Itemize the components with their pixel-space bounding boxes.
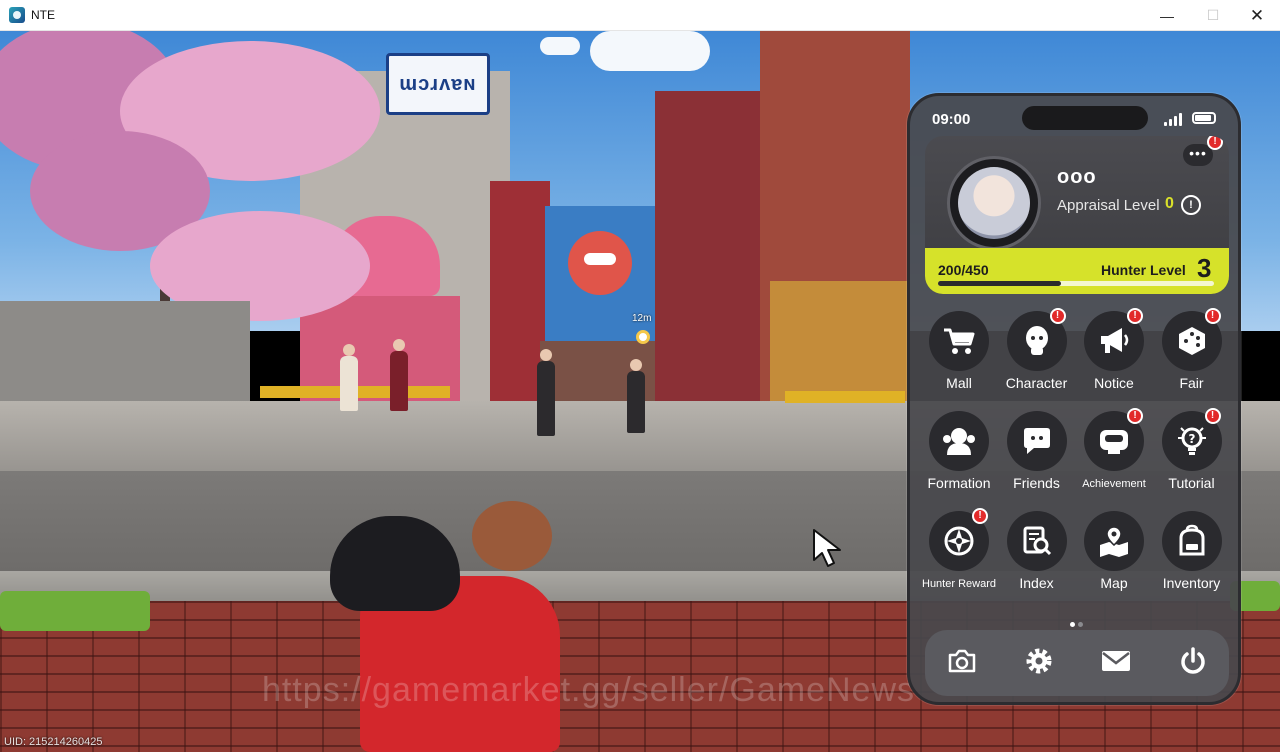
battery-icon	[1192, 112, 1216, 124]
menu-item-tutorial[interactable]: ?! Tutorial	[1153, 408, 1231, 503]
phone-notch	[1022, 106, 1148, 130]
formation-icon	[929, 411, 989, 471]
avatar-frame[interactable]	[947, 156, 1041, 250]
barrier	[785, 391, 905, 403]
menu-item-mall[interactable]: Mall	[920, 308, 998, 403]
player-bear-plush	[472, 501, 552, 571]
hunter-level-bar: 200/450 Hunter Level 3	[925, 248, 1229, 294]
mouse-cursor-icon	[813, 529, 841, 567]
map-pin-icon	[1084, 511, 1144, 571]
camera-icon	[947, 648, 977, 679]
npc-character[interactable]	[627, 359, 645, 433]
menu-item-fair[interactable]: ! Fair	[1153, 308, 1231, 403]
minimize-button[interactable]: —	[1144, 0, 1190, 31]
app-logo-icon	[9, 7, 25, 23]
notification-badge: !	[1204, 308, 1221, 324]
power-icon	[1178, 646, 1208, 681]
waypoint-marker-icon[interactable]	[636, 330, 650, 344]
player-name: ooo	[1057, 166, 1097, 188]
menu-item-label: Notice	[1094, 375, 1134, 391]
building-right-red	[655, 91, 765, 411]
cloud	[590, 31, 710, 71]
xp-progress-fill	[938, 281, 1061, 286]
menu-item-notice[interactable]: ! Notice	[1075, 308, 1153, 403]
camera-button[interactable]	[945, 646, 979, 680]
octopus-mascot	[568, 231, 632, 295]
appraisal-label: Appraisal Level	[1057, 197, 1160, 214]
notification-badge: !	[1049, 308, 1066, 324]
menu-item-label: Hunter Reward	[922, 578, 996, 590]
menu-item-label: Achievement	[1082, 478, 1146, 490]
menu-item-achievement[interactable]: ! Achievement	[1075, 408, 1153, 503]
menu-item-friends[interactable]: Friends	[998, 408, 1076, 503]
chat-bubble-icon	[1006, 411, 1067, 471]
signal-icon	[1164, 112, 1184, 126]
notification-badge: !	[1127, 308, 1143, 324]
menu-item-inventory[interactable]: Inventory	[1153, 508, 1231, 603]
menu-grid: Mall! Character! Notice! Fair Formation Frien…	[920, 308, 1234, 598]
cart-icon	[929, 311, 989, 371]
menu-item-character[interactable]: ! Character	[998, 308, 1076, 403]
window-title: NTE	[31, 8, 55, 22]
appraisal-value: 0	[1165, 195, 1174, 212]
settings-icon	[1024, 646, 1054, 681]
npc-character[interactable]	[537, 349, 555, 436]
status-time: 09:00	[932, 111, 971, 128]
menu-item-label: Inventory	[1162, 575, 1221, 591]
menu-item-label: Formation	[927, 475, 991, 491]
cloud	[540, 37, 580, 55]
profile-card: ••• ! ooo Appraisal Level 0 ! 200/450 Hu…	[925, 136, 1229, 294]
uid-label: UID: 215214260425	[4, 736, 103, 748]
menu-item-label: Index	[1019, 575, 1054, 591]
more-badge: !	[1207, 136, 1223, 150]
avatar	[958, 167, 1030, 239]
page-dot[interactable]	[1078, 622, 1083, 627]
notification-badge: !	[1204, 408, 1221, 424]
shop-sign: ɯɔɹʌɐɴ	[386, 53, 490, 115]
menu-item-label: Fair	[1179, 375, 1204, 391]
svg-text:?: ?	[1188, 432, 1195, 446]
menu-item-label: Mall	[946, 375, 972, 391]
window-titlebar: NTE — ☐ ✕	[0, 0, 1280, 31]
page-dot[interactable]	[1070, 622, 1075, 627]
menu-item-label: Character	[1005, 375, 1068, 391]
backpack-icon	[1161, 511, 1222, 571]
phone-menu-panel: 09:00 ••• ! ooo Appraisal Level 0 ! 200/…	[907, 93, 1241, 705]
xp-progress-track	[938, 281, 1214, 286]
hunter-level-value: 3	[1197, 253, 1212, 283]
notification-badge: !	[1127, 408, 1143, 424]
menu-item-hunter-reward[interactable]: ! Hunter Reward	[920, 508, 998, 603]
maximize-button[interactable]: ☐	[1190, 0, 1236, 31]
menu-item-index[interactable]: Index	[998, 508, 1076, 603]
xp-text: 200/450	[938, 262, 989, 278]
index-search-icon	[1006, 511, 1067, 571]
waypoint-distance: 12m	[632, 313, 652, 324]
mail-button[interactable]	[1099, 646, 1133, 680]
menu-item-label: Friends	[1013, 475, 1060, 491]
phone-dock	[925, 630, 1229, 696]
menu-item-label: Map	[1100, 575, 1128, 591]
watermark: https://gamemarket.gg/seller/GameNews	[262, 671, 916, 709]
settings-button[interactable]	[1022, 646, 1056, 680]
building-stairs	[540, 341, 670, 401]
npc-character[interactable]	[390, 339, 408, 411]
npc-character[interactable]	[340, 344, 358, 411]
info-button[interactable]: !	[1181, 195, 1201, 215]
menu-item-formation[interactable]: Formation	[920, 408, 998, 503]
close-button[interactable]: ✕	[1234, 0, 1280, 31]
mail-icon	[1100, 649, 1132, 678]
power-button[interactable]	[1176, 646, 1210, 680]
notification-badge: !	[972, 508, 988, 524]
hunter-level-label: Hunter Level	[1101, 262, 1186, 278]
menu-item-map[interactable]: Map	[1075, 508, 1153, 603]
menu-item-label: Tutorial	[1168, 475, 1215, 491]
grass-patch	[0, 591, 150, 631]
